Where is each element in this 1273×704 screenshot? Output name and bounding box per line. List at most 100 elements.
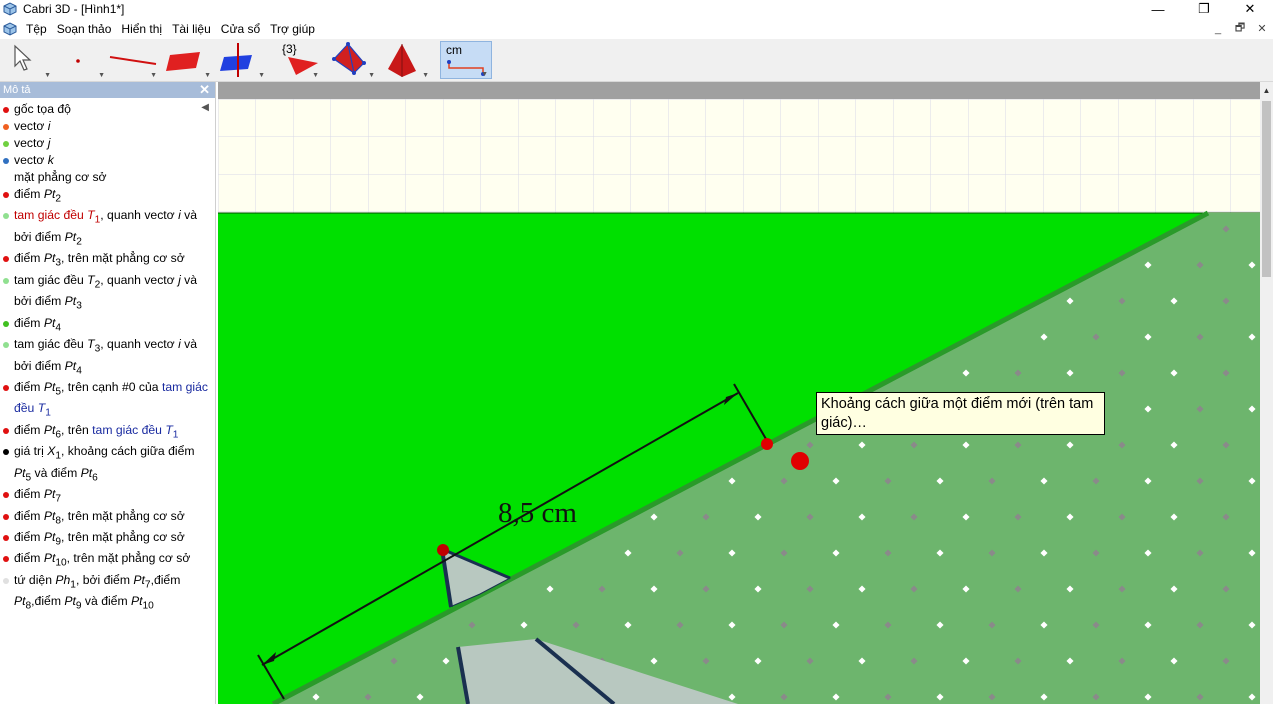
description-item[interactable]: điểm Pt4 (3, 315, 213, 336)
mdi-close-button[interactable]: ✕ (1251, 22, 1273, 35)
chevron-down-icon[interactable]: ▼ (258, 72, 265, 79)
solid-tool[interactable]: ▼ (380, 41, 432, 79)
description-item-text: điểm Pt5, trên cạnh #0 của tam giác đều … (14, 379, 208, 419)
distance-measurement-label[interactable]: 8,5 cm (498, 497, 577, 529)
object-color-dot (3, 107, 9, 113)
description-item-text: mặt phẳng cơ sở (14, 170, 107, 184)
description-item-text: giá trị X1, khoảng cách giữa điểm Pt5 và… (14, 444, 195, 484)
line-tool[interactable]: ▼ (108, 41, 160, 79)
cabri-app-icon (3, 2, 17, 16)
description-item-text: điểm Pt3, trên mặt phẳng cơ sở (14, 251, 185, 269)
description-item[interactable]: điểm Pt10, trên mặt phẳng cơ sở (3, 550, 213, 571)
menu-help[interactable]: Trợ giúp (265, 22, 320, 36)
description-list: gốc tọa độ vectơ i vectơ j vectơ k mặt phẳng… (0, 98, 215, 615)
object-color-dot (3, 449, 9, 456)
mdi-minimize-button[interactable]: _ (1207, 23, 1229, 35)
chevron-down-icon[interactable]: ▼ (98, 72, 105, 79)
description-item[interactable]: điểm Pt6, trên tam giác đều T1 (3, 422, 213, 443)
window-title: Cabri 3D - [Hình1*] (23, 2, 125, 16)
pointer-tool[interactable]: ▼ (2, 41, 54, 79)
object-color-dot (3, 535, 9, 541)
object-color-dot (3, 256, 9, 263)
panel-close-icon[interactable]: ✕ (199, 82, 210, 98)
minimize-button[interactable]: — (1135, 0, 1181, 18)
chevron-down-icon[interactable]: ▼ (481, 71, 488, 78)
description-item-text: điểm Pt10, trên mặt phẳng cơ sở (14, 551, 191, 569)
description-item[interactable]: giá trị X1, khoảng cách giữa điểm Pt5 và… (3, 443, 213, 486)
scroll-thumb[interactable] (1262, 101, 1271, 277)
perpendicular-tool[interactable]: ▼ (216, 41, 268, 79)
description-item[interactable]: tam giác đều T3, quanh vectơ i và bởi đi… (3, 336, 213, 379)
chevron-down-icon[interactable]: ▼ (44, 72, 51, 79)
description-item[interactable]: điểm Pt7 (3, 486, 213, 507)
description-item-text: điểm Pt7 (14, 487, 61, 505)
description-item[interactable]: điểm Pt3, trên mặt phẳng cơ sở (3, 250, 213, 271)
menu-bar: Tệp Soạn thảo Hiển thị Tài liệu Cửa sổ T… (0, 18, 1273, 39)
description-item-text: gốc tọa độ (14, 102, 71, 116)
chevron-down-icon[interactable]: ▼ (150, 72, 157, 79)
description-item[interactable]: gốc tọa độ (3, 101, 213, 118)
plane-tool[interactable]: ▼ (162, 41, 214, 79)
description-item[interactable]: vectơ k (3, 152, 213, 169)
panel-title: Mô tả (3, 84, 31, 96)
menu-window[interactable]: Cửa sổ (216, 22, 265, 36)
object-color-dot (3, 141, 9, 147)
description-item[interactable]: tam giác đều T2, quanh vectơ j và bởi đi… (3, 272, 213, 315)
view-top-bar (218, 82, 1260, 99)
object-color-dot (3, 577, 9, 584)
object-color-dot (3, 384, 9, 391)
menu-view[interactable]: Hiển thị (116, 22, 167, 36)
polyhedron-tool[interactable]: ▼ (326, 41, 378, 79)
description-item[interactable]: điểm Pt5, trên cạnh #0 của tam giác đều … (3, 379, 213, 422)
menu-document[interactable]: Tài liệu (167, 22, 216, 36)
maximize-button[interactable]: ❐ (1181, 0, 1227, 18)
toolbar: ▼ ▼ ▼ ▼ ▼ {3} ▼ ▼ ▼ cm ▼ (0, 39, 1273, 82)
description-item-text: điểm Pt9, trên mặt phẳng cơ sở (14, 530, 185, 548)
point-pt5[interactable] (437, 544, 449, 556)
close-button[interactable]: ✕ (1227, 0, 1273, 18)
tooltip: Khoảng cách giữa một điểm mới (trên tam … (816, 392, 1105, 435)
title-bar: Cabri 3D - [Hình1*] — ❐ ✕ (0, 0, 1273, 18)
description-item[interactable]: vectơ i (3, 118, 213, 135)
description-item[interactable]: điểm Pt2 (3, 186, 213, 207)
description-item[interactable]: vectơ j (3, 135, 213, 152)
point-pt6[interactable] (761, 438, 773, 450)
description-item[interactable]: tứ diện Ph1, bởi điểm Pt7,điểm Pt8,điểm … (3, 572, 213, 615)
vertical-scrollbar[interactable] (1260, 99, 1273, 704)
description-item-text: điểm Pt6, trên tam giác đều T1 (14, 422, 179, 441)
polygon-tool[interactable]: {3} ▼ (270, 41, 322, 79)
measure-tool[interactable]: cm ▼ (440, 41, 492, 79)
chevron-down-icon[interactable]: ▼ (312, 72, 319, 79)
scroll-up-icon[interactable]: ▲ (1260, 82, 1273, 99)
chevron-down-icon[interactable]: ▼ (422, 72, 429, 79)
object-color-dot (3, 320, 9, 327)
description-item-text: vectơ i (14, 119, 51, 133)
object-color-dot (3, 158, 9, 164)
object-color-dot (3, 124, 9, 130)
object-color-dot (3, 277, 9, 284)
chevron-down-icon[interactable]: ▼ (204, 72, 211, 79)
point-tool[interactable]: ▼ (56, 41, 108, 79)
object-color-dot (3, 427, 9, 434)
description-item[interactable]: mặt phẳng cơ sở (3, 169, 213, 186)
object-color-dot (3, 213, 9, 220)
object-color-dot (3, 492, 9, 499)
description-item[interactable]: điểm Pt9, trên mặt phẳng cơ sở (3, 529, 213, 550)
description-item-text: điểm Pt8, trên mặt phẳng cơ sở (14, 508, 185, 526)
menu-edit[interactable]: Soạn thảo (52, 22, 117, 36)
description-item[interactable]: điểm Pt8, trên mặt phẳng cơ sở (3, 508, 213, 529)
3d-view[interactable]: ▲ 8,5 cm Khoảng cách giữa một điểm mới (… (218, 82, 1273, 704)
description-panel: Mô tả ✕ ◀ gốc tọa độ vectơ i vectơ j vectơ … (0, 82, 216, 704)
object-color-dot (3, 192, 9, 198)
panel-header: Mô tả ✕ (0, 82, 215, 98)
object-color-dot (3, 342, 9, 349)
new-point-cursor[interactable] (791, 452, 809, 470)
document-icon[interactable] (2, 21, 18, 37)
description-item-text: vectơ j (14, 136, 51, 150)
chevron-down-icon[interactable]: ▼ (368, 72, 375, 79)
mdi-restore-button[interactable]: 🗗 (1229, 19, 1251, 38)
menu-file[interactable]: Tệp (21, 22, 52, 36)
description-item-text: tam giác đều T3, quanh vectơ i và bởi đi… (14, 337, 198, 376)
description-item-text: tam giác đều T1, quanh vectơ i và bởi đi… (14, 208, 198, 248)
description-item[interactable]: tam giác đều T1, quanh vectơ i và bởi đi… (3, 207, 213, 250)
